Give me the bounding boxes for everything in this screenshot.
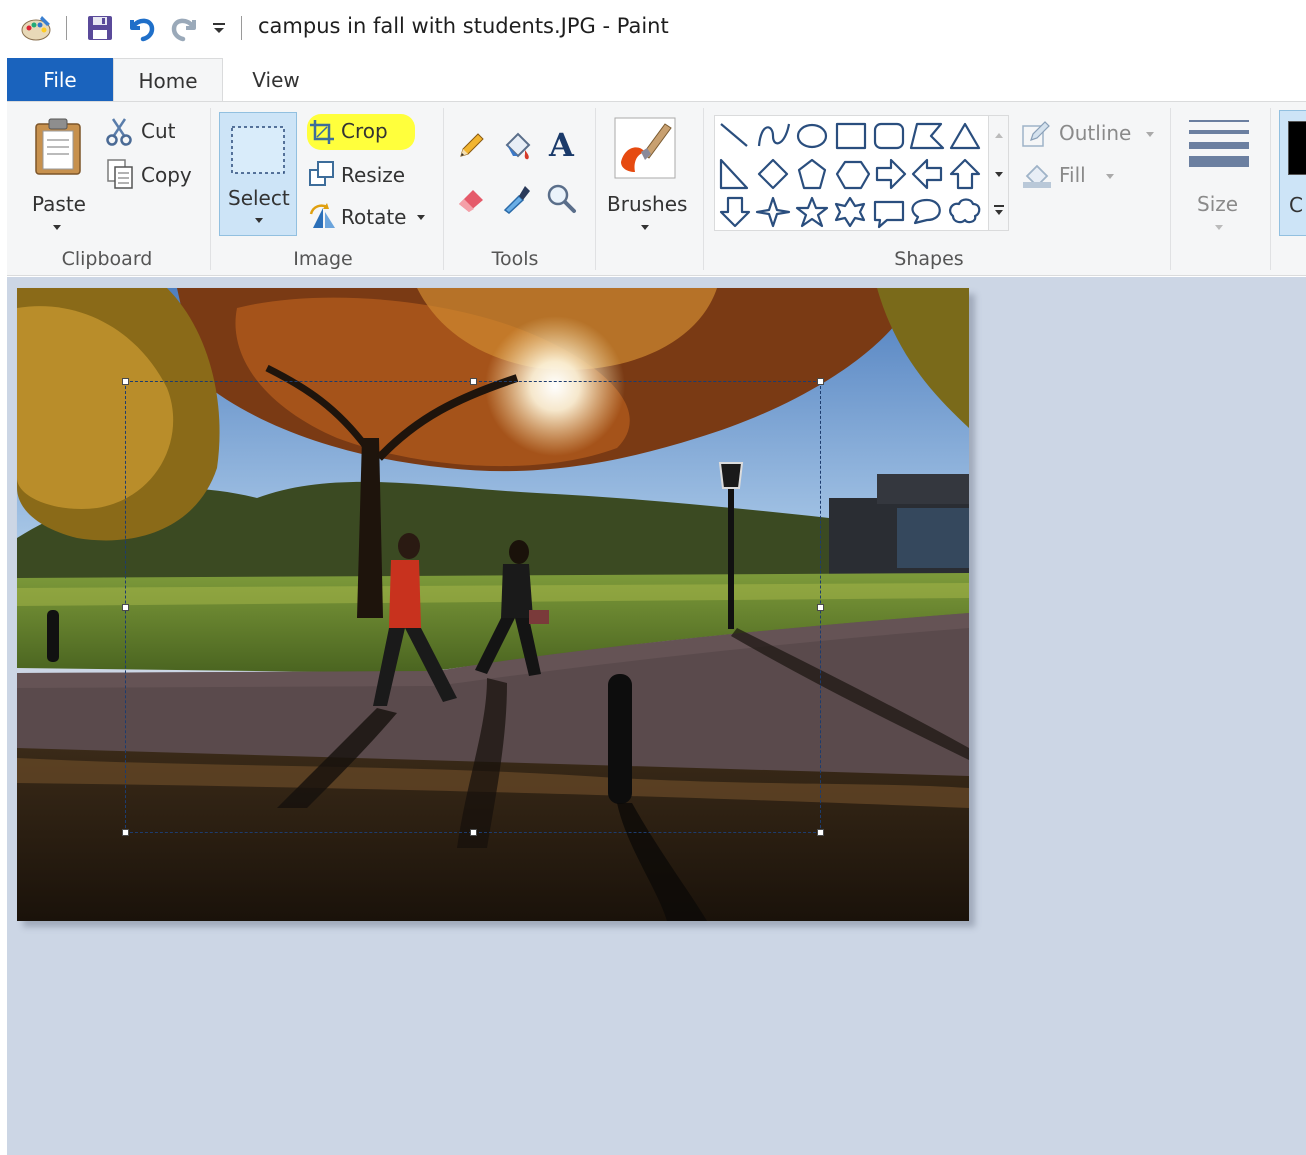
copy-label: Copy [141, 163, 192, 187]
resize-label: Resize [341, 163, 406, 187]
rotate-button[interactable]: Rotate [305, 200, 429, 234]
chevron-down-icon [417, 215, 425, 220]
chevron-down-icon [641, 225, 649, 230]
selection-rectangle-icon [231, 126, 285, 174]
size-button[interactable]: Size [1179, 110, 1259, 236]
cut-button[interactable]: Cut [103, 116, 203, 150]
fill-tool-button[interactable] [499, 128, 537, 166]
clipboard-paste-icon [35, 118, 81, 175]
brush-icon [614, 117, 676, 179]
selection-handle-bottom[interactable] [470, 829, 477, 836]
magnifier-button[interactable] [545, 182, 581, 218]
chevron-down-icon [53, 225, 61, 230]
outline-pen-icon [1022, 121, 1050, 147]
ribbon-home: Paste Cut Copy Clipboard Select Crop Res… [7, 101, 1306, 276]
line-width-icon [1189, 120, 1249, 167]
fill-shape-icon [1023, 164, 1051, 188]
selection-handle-top-right[interactable] [817, 378, 824, 385]
group-separator [210, 108, 211, 270]
color1-swatch [1288, 121, 1306, 175]
clipboard-group-label: Clipboard [61, 248, 153, 270]
group-separator [1270, 108, 1271, 270]
tab-file[interactable]: File [7, 58, 113, 102]
select-button[interactable]: Select [219, 112, 297, 236]
qat-dropdown-icon[interactable] [208, 12, 230, 44]
select-label: Select [228, 186, 290, 210]
group-separator [1170, 108, 1171, 270]
resize-button[interactable]: Resize [305, 158, 415, 192]
fill-label: Fill [1059, 163, 1086, 187]
color-picker-button[interactable] [501, 182, 537, 218]
crop-button[interactable]: Crop [305, 116, 415, 150]
floppy-disk-icon[interactable] [84, 12, 116, 44]
selection-handle-top-left[interactable] [122, 378, 129, 385]
chevron-down-icon [1106, 174, 1114, 179]
eraser-tool-button[interactable] [455, 182, 491, 218]
selection-rectangle[interactable] [125, 381, 821, 833]
brushes-label: Brushes [607, 192, 688, 216]
color1-button[interactable]: C [1279, 110, 1306, 236]
scissors-icon [106, 118, 132, 146]
crop-icon [310, 120, 334, 144]
selection-handle-bottom-left[interactable] [122, 829, 129, 836]
shapes-gallery-scrollbar[interactable] [989, 115, 1009, 231]
chevron-down-icon [1146, 132, 1154, 137]
ribbon-tab-row: File Home View [0, 56, 1306, 103]
chevron-down-icon [255, 218, 263, 223]
outline-button[interactable]: Outline [1019, 118, 1154, 152]
crop-label: Crop [341, 119, 388, 143]
fill-bucket-icon [505, 132, 531, 160]
rotate-icon [309, 203, 335, 228]
shapes-gallery-icons [719, 122, 981, 229]
pencil-tool-button[interactable] [455, 130, 491, 166]
paste-button[interactable]: Paste [21, 110, 93, 234]
resize-icon [309, 161, 334, 186]
size-label: Size [1197, 192, 1239, 216]
cut-label: Cut [141, 119, 176, 143]
tab-home[interactable]: Home [113, 58, 223, 103]
undo-arrow-icon[interactable] [126, 12, 160, 44]
selection-handle-top[interactable] [470, 378, 477, 385]
paste-label: Paste [32, 192, 86, 216]
qat-separator [241, 16, 242, 40]
window-border-left [0, 277, 7, 1155]
shapes-group-label: Shapes [894, 248, 964, 270]
color1-label: C [1289, 193, 1303, 217]
fill-button[interactable]: Fill [1019, 160, 1119, 194]
group-separator [595, 108, 596, 270]
paint-palette-icon[interactable] [18, 12, 54, 44]
group-separator [443, 108, 444, 270]
eraser-icon [459, 190, 483, 212]
selection-handle-right[interactable] [817, 604, 824, 611]
text-icon: A [549, 126, 574, 164]
chevron-down-icon [1215, 225, 1223, 230]
selection-handle-bottom-right[interactable] [817, 829, 824, 836]
gallery-scroll-arrows-icon[interactable] [989, 116, 1009, 232]
selection-handle-left[interactable] [122, 604, 129, 611]
magnifier-icon [547, 184, 576, 213]
color-picker-icon [503, 186, 530, 214]
group-separator [703, 108, 704, 270]
title-bar: campus in fall with students.JPG - Paint [0, 0, 1306, 56]
window-title: campus in fall with students.JPG - Paint [258, 14, 669, 38]
shapes-gallery [714, 115, 989, 231]
image-group-label: Image [293, 248, 353, 270]
text-tool-button[interactable]: A [545, 126, 581, 166]
pencil-icon [460, 133, 484, 157]
tab-view[interactable]: View [228, 58, 324, 102]
rotate-label: Rotate [341, 205, 407, 229]
outline-label: Outline [1059, 121, 1132, 145]
redo-arrow-icon[interactable] [166, 12, 200, 44]
tools-group-label: Tools [491, 248, 539, 270]
copy-button[interactable]: Copy [103, 158, 203, 192]
qat-separator [66, 16, 67, 40]
brushes-button[interactable]: Brushes [603, 110, 693, 236]
copy-pages-icon [107, 159, 133, 189]
